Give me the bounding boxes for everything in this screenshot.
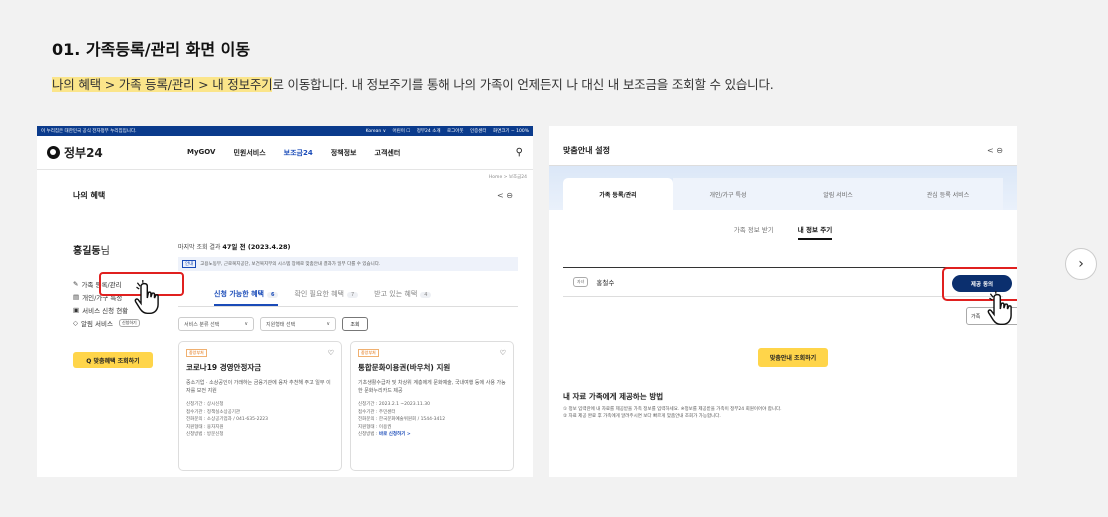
settings-title: 맞춤안내 설정 [563,146,610,155]
pencil-icon: ✎ [73,279,79,288]
section-title: 나의 혜택 [73,190,106,200]
nav-civil[interactable]: 민원서비스 [233,148,265,158]
benefit-cards: 중앙부처 ♡ 코로나19 경영안정자금 중소기업 · 소상공인이 가래하는 금융기… [178,341,518,471]
card-title: 코로나19 경영안정자금 [186,363,262,372]
consent-button[interactable]: 제공 동의 [952,275,1012,292]
share-print-icons[interactable]: < ⊖ [987,146,1003,155]
apply-link[interactable]: 바로 신청하기 > [379,432,411,437]
breadcrumb: Home > 보조금24 [488,175,527,180]
tab-receiving[interactable]: 받고 있는 혜택 4 [374,289,432,306]
query-button[interactable]: 조회 [342,317,368,331]
tab-alerts[interactable]: 알림 서비스 [783,178,893,210]
chevron-down-icon: ∨ [244,321,248,327]
tab-interests[interactable]: 관심 등록 서비스 [893,178,1003,210]
how-steps: ① 정보 입력란에 내 자료를 제공받을 가족 정보를 입력하세요. ※정보를 … [563,407,782,419]
tab-household[interactable]: 개인/가구 특성 [673,178,783,210]
badge: 중앙부처 [186,349,207,357]
main-nav: MyGOV 민원서비스 보조금24 정책정보 고객센터 [187,148,400,158]
gov-notice: 이 누리집은 대한민국 공식 전자정부 누리집입니다. [41,129,137,134]
settings-screenshot: 맞춤안내 설정 < ⊖ 가족 등록/관리 개인/가구 특성 알림 서비스 관심 … [549,126,1017,477]
subtab-receive[interactable]: 가족 정보 받기 [734,224,774,240]
logo-text: 정부24 [64,146,103,160]
top-link[interactable]: 화면크기 − 100% [493,129,529,134]
family-row: 자녀 홍철수 [563,267,1003,297]
tab-band: 가족 등록/관리 개인/가구 특성 알림 서비스 관심 등록 서비스 [549,166,1017,210]
card-details: 신청기간 : 2023.2.1 ~2023.11.30 접수기관 : 주민센터 전화… [358,402,446,437]
sidebar-item-label: 서비스 신청 현황 [82,306,129,315]
sidebar-item-label: 알림 서비스 [81,319,113,328]
search-guidance-button[interactable]: 맞춤안내 조회하기 [758,348,828,367]
list-icon: ▤ [73,292,80,301]
nav-mygov[interactable]: MyGOV [187,148,215,158]
sub-tabs: 가족 정보 받기 내 정보 주기 [549,224,1017,240]
benefit-tabs: 신청 가능한 혜택 6 확인 필요한 혜택 7 받고 있는 혜택 4 [178,289,518,307]
description: 나의 혜택 > 가족 등록/관리 > 내 정보주기로 이동합니다. 내 정보주기… [52,74,774,93]
sidebar-item-alerts[interactable]: ◇ 알림 서비스 신청하기 [73,316,173,329]
search-icon[interactable]: ⚲ [516,147,523,158]
search-benefits-button[interactable]: Q 맞춤혜택 조회하기 [73,352,153,368]
nav-support[interactable]: 고객센터 [375,148,401,158]
user-name: 홍길동님 [73,246,110,257]
last-lookup: 마지막 조회 결과 47일 전 (2023.4.28) [178,243,291,251]
gov-top-bar: 이 누리집은 대한민국 공식 전자정부 누리집입니다. Korean ∨ 어린이… [37,126,533,136]
top-link[interactable]: 정부24 소개 [417,129,441,134]
pointer-hand-icon [134,280,159,315]
service-category-select[interactable]: 서비스 분류 선택 ∨ [178,317,254,331]
heart-icon[interactable]: ♡ [500,349,506,357]
settings-header: 맞춤안내 설정 < ⊖ [549,136,1017,166]
top-link[interactable]: 인증센터 [470,129,487,134]
how-to-section: 내 자료 가족에게 제공하는 방법 ① 정보 입력란에 내 자료를 제공받을 가… [563,391,1003,420]
top-link[interactable]: 로그아웃 [447,129,464,134]
how-title: 내 자료 가족에게 제공하는 방법 [563,392,664,401]
heart-icon[interactable]: ♡ [328,349,334,357]
notice-text: 고용노동부, 근로복지공단, 보건복지부의 시스템 장애로 맞춤안내 결과가 일… [200,262,381,267]
benefit-card[interactable]: 중앙부처 ♡ 코로나19 경영안정자금 중소기업 · 소상공인이 가래하는 금융기… [178,341,342,471]
document-icon: ▣ [73,305,80,314]
main-content: 마지막 조회 결과 47일 전 (2023.4.28) 안내 고용노동부, 근로복… [178,241,518,471]
tab-family[interactable]: 가족 등록/관리 [563,178,673,210]
pointer-hand-icon [987,291,1012,326]
card-title: 통합문화이용권(바우처) 지원 [358,363,451,372]
member-name: 홍철수 [596,279,615,287]
logo[interactable]: 정부24 [47,144,187,161]
description-highlight: 나의 혜택 > 가족 등록/관리 > 내 정보주기 [52,77,273,92]
notice-tag: 안내 [182,260,197,268]
share-print-icons[interactable]: < ⊖ [497,191,513,200]
site-header: 정부24 MyGOV 민원서비스 보조금24 정책정보 고객센터 ⚲ [37,136,533,170]
tab-available[interactable]: 신청 가능한 혜택 6 [214,289,279,306]
filters: 서비스 분류 선택 ∨ 지원형태 선택 ∨ 조회 [178,317,518,331]
next-slide-button[interactable]: › [1065,248,1097,280]
subtab-give[interactable]: 내 정보 주기 [797,224,833,240]
apply-tag[interactable]: 신청하기 [118,318,140,327]
settings-tabs: 가족 등록/관리 개인/가구 특성 알림 서비스 관심 등록 서비스 [563,178,1003,210]
benefit-card[interactable]: 중앙부처 ♡ 통합문화이용권(바우처) 지원 기초생활수급자 및 차상위 계층에게… [350,341,514,471]
benefits-screenshot: 이 누리집은 대한민국 공식 전자정부 누리집입니다. Korean ∨ 어린이… [37,126,533,477]
tab-needs-check[interactable]: 확인 필요한 혜택 7 [294,289,359,306]
top-link[interactable]: Korean ∨ [366,129,386,134]
relation-tag: 자녀 [573,277,589,287]
bell-icon: ◇ [73,318,78,327]
section-header: 나의 혜택 < ⊖ [73,188,513,202]
top-link[interactable]: 어린이 ☐ [392,129,410,134]
nav-subsidy[interactable]: 보조금24 [284,148,313,158]
notice-bar: 안내 고용노동부, 근로복지공단, 보건복지부의 시스템 장애로 맞춤안내 결과가… [178,257,518,271]
nav-policy[interactable]: 정책정보 [331,148,357,158]
chevron-down-icon: ∨ [326,321,330,327]
support-type-select[interactable]: 지원형태 선택 ∨ [260,317,336,331]
card-desc: 중소기업 · 소상공인이 가래하는 금융기관에 융자 추천해 주고 일부 이자를… [186,380,331,394]
card-details: 신청기간 : 상시신청 접수기관 : 정책실소상공기관 전화문의 : 소상공기업과 … [186,402,269,437]
logo-icon [47,146,60,159]
card-desc: 기초생활수급자 및 차상위 계층에게 문화예술, 국내여행 등에 사용 가능한 … [358,380,506,394]
description-rest: 로 이동합니다. 내 정보주기를 통해 나의 가족이 언제든지 나 대신 내 보… [272,77,774,92]
page-title: 01. 가족등록/관리 화면 이동 [52,40,251,59]
badge: 중앙부처 [358,349,379,357]
